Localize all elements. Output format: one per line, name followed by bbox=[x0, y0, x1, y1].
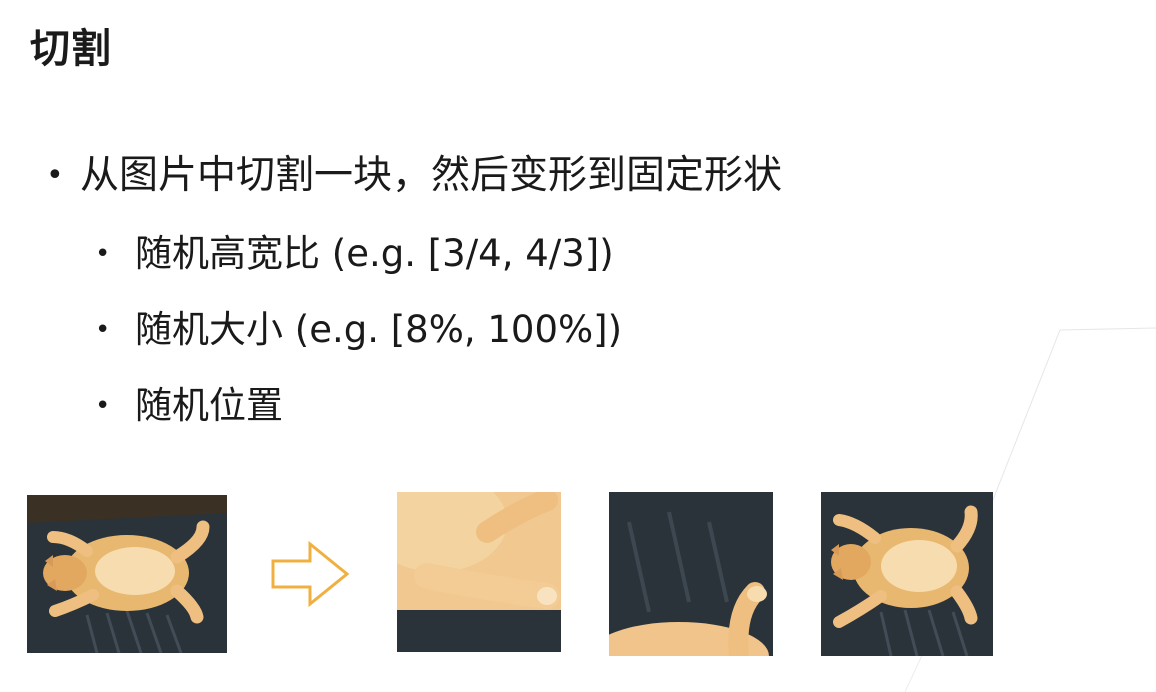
main-bullet: • 从图片中切割一块，然后变形到固定形状 bbox=[46, 150, 782, 202]
sub-bullet-aspect-ratio: • 随机高宽比 (e.g. [3/4, 4/3]) bbox=[95, 230, 614, 278]
cat-crop-3 bbox=[821, 492, 993, 656]
bullet-dot: • bbox=[95, 239, 111, 269]
cat-crop-1 bbox=[397, 492, 561, 652]
cat-crop-2 bbox=[609, 492, 773, 656]
sub-bullet-position: • 随机位置 bbox=[95, 382, 283, 430]
right-arrow-icon bbox=[270, 540, 350, 608]
bullet-dot: • bbox=[95, 391, 111, 421]
slide-title: 切割 bbox=[30, 26, 112, 72]
sub-bullet-size: • 随机大小 (e.g. [8%, 100%]) bbox=[95, 306, 622, 354]
sub-bullet-text: 随机高宽比 (e.g. [3/4, 4/3]) bbox=[135, 232, 614, 275]
cat-original-photo bbox=[27, 495, 227, 653]
bullet-dot: • bbox=[46, 158, 64, 193]
sub-bullet-text: 随机位置 bbox=[135, 384, 283, 427]
bullet-dot: • bbox=[95, 315, 111, 345]
sub-bullet-text: 随机大小 (e.g. [8%, 100%]) bbox=[135, 308, 623, 351]
main-bullet-text: 从图片中切割一块，然后变形到固定形状 bbox=[80, 153, 783, 198]
